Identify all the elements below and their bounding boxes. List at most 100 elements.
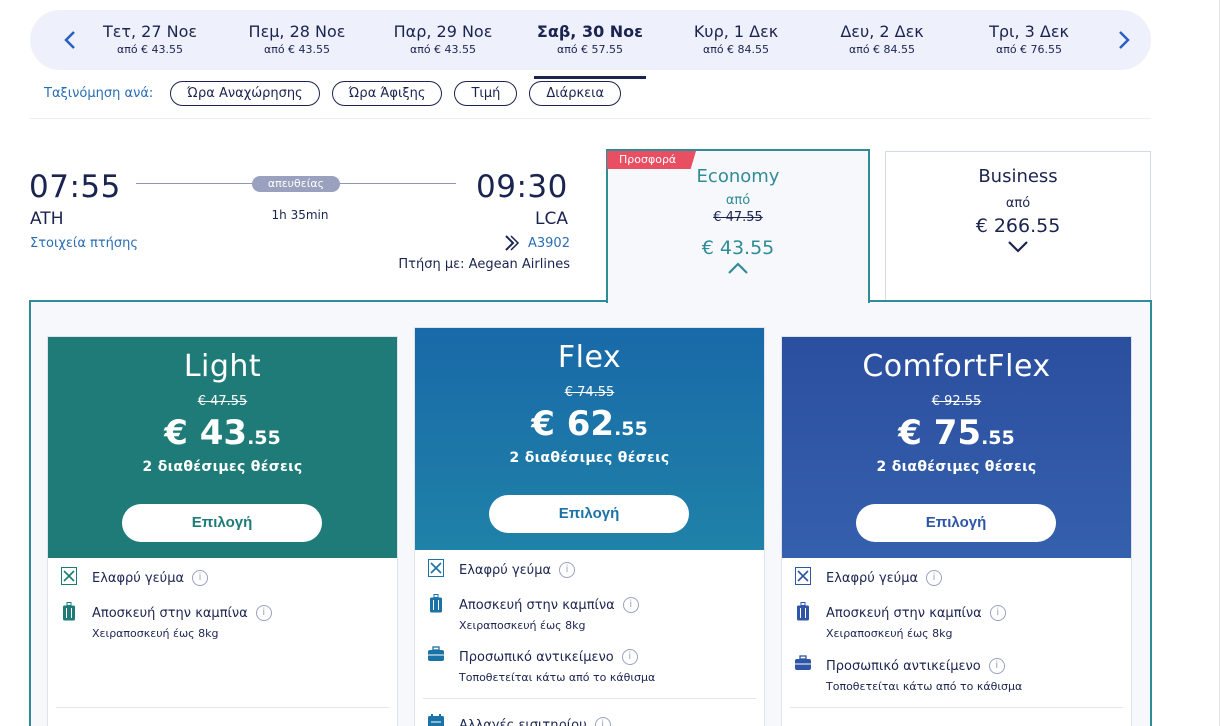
feature-subtext: Χειραποσκευή έως 8kg [459,619,586,632]
divider [790,707,1123,708]
meal-icon [60,567,78,589]
date-price: από € 76.55 [995,43,1063,56]
feature-ticket-changes: Αλλαγές εισιτηρίου i [427,714,611,726]
date-tab-selected[interactable]: Σαβ, 30 Νοε από € 57.55 [530,22,650,79]
info-icon[interactable]: i [988,657,1005,674]
feature-text: Αποσκευή στην καμπίνα [459,598,615,613]
chevron-up-icon [728,262,748,274]
cabin-from-label: από [725,193,751,208]
date-tab[interactable]: Τρι, 3 Δεκ από € 76.55 [969,22,1089,56]
date-tab[interactable]: Πεμ, 28 Νοε από € 43.55 [237,22,357,56]
feature-meal: Ελαφρύ γεύμα i [427,559,576,581]
select-flex-button[interactable]: Επιλογή [489,495,689,533]
fare-price: € 62.55 [415,404,764,444]
promo-badge: Προσφορά [607,151,696,169]
info-icon[interactable]: i [255,604,272,621]
trolley-bag-icon [794,602,812,624]
date-label: Παρ, 29 Νοε [393,22,493,41]
feature-personal-item: Προσωπικό αντικείμενο i Τοποθετείται κάτω… [427,646,655,684]
feature-text: Αποσκευή στην καμπίνα [826,606,982,621]
meal-icon [794,567,812,589]
chevron-down-icon [1008,241,1028,253]
cabin-tab-business[interactable]: Business από € 266.55 [885,151,1151,300]
fare-price-cents: .55 [981,427,1015,449]
flight-number-link[interactable]: A3902 [504,235,570,251]
meal-icon [427,559,445,581]
feature-text: Αποσκευή στην καμπίνα [92,606,248,621]
date-label: Τετ, 27 Νοε [102,22,198,41]
feature-cabin-bag: Αποσκευή στην καμπίνα i Χειραποσκευή έως … [427,594,639,632]
feature-text: Προσωπικό αντικείμενο [826,659,981,674]
cabin-tab-economy[interactable]: Προσφορά Economy από € 47.55 € 43.55 [606,149,870,303]
fare-old-price: € 92.55 [931,394,982,409]
airline-logo-icon [505,235,520,251]
info-icon[interactable]: i [559,561,576,578]
fare-name: Flex [557,340,622,375]
feature-text: Ελαφρύ γεύμα [826,571,919,586]
info-icon[interactable]: i [622,596,639,613]
select-comfortflex-button[interactable]: Επιλογή [856,504,1056,542]
fare-price-main: € 43 [164,413,248,453]
feature-cabin-bag: Αποσκευή στην καμπίνα i Χειραποσκευή έως … [60,602,272,640]
fare-card-flex: Flex € 74.55 € 62.55 2 διαθέσιμες θέσεις… [414,327,765,726]
fare-price-main: € 75 [898,413,982,453]
date-label: Κυρ, 1 Δεκ [693,22,779,41]
cabin-price: € 266.55 [975,215,1061,237]
feature-text: Ελαφρύ γεύμα [92,571,185,586]
feature-text: Ελαφρύ γεύμα [459,563,552,578]
sort-arrival-button[interactable]: Ώρα Άφιξης [331,81,443,106]
feature-meal: Ελαφρύ γεύμα i [60,567,209,589]
trolley-bag-icon [60,602,78,624]
fare-card-header: Light € 47.55 € 43.55 2 διαθέσιμες θέσει… [48,337,397,558]
info-icon[interactable]: i [926,569,943,586]
date-tab[interactable]: Κυρ, 1 Δεκ από € 84.55 [676,22,796,56]
fare-seats: 2 διαθέσιμες θέσεις [876,459,1037,475]
feature-subtext: Χειραποσκευή έως 8kg [826,627,953,640]
chevron-right-icon [1119,31,1130,49]
feature-text: Προσωπικό αντικείμενο [459,650,614,665]
feature-cabin-bag: Αποσκευή στην καμπίνα i Χειραποσκευή έως … [794,602,1006,640]
divider [30,118,1151,119]
flight-details-link[interactable]: Στοιχεία πτήσης [30,236,138,251]
fare-card-header: ComfortFlex € 92.55 € 75.55 2 διαθέσιμες… [782,337,1131,558]
next-dates-button[interactable] [1110,26,1138,54]
fare-price-main: € 62 [531,404,615,444]
date-tab[interactable]: Δευ, 2 Δεκ από € 84.55 [822,22,942,56]
flight-duration: 1h 35min [271,208,329,222]
date-label: Πεμ, 28 Νοε [248,22,346,41]
date-price: από € 84.55 [702,43,770,56]
fare-old-price: € 74.55 [564,385,615,400]
operated-by: Πτήση με: Aegean Airlines [398,257,570,272]
previous-dates-button[interactable] [56,26,84,54]
date-label: Σαβ, 30 Νοε [536,22,644,41]
arrival-airport: LCA [535,209,568,229]
fare-card-header: Flex € 74.55 € 62.55 2 διαθέσιμες θέσεις… [415,328,764,550]
cabin-old-price: € 47.55 [713,210,763,225]
cabin-title: Economy [696,166,780,187]
feature-subtext: Χειραποσκευή έως 8kg [92,627,219,640]
calendar-change-icon [427,714,445,726]
date-label: Δευ, 2 Δεκ [840,22,924,41]
date-price: από € 43.55 [263,43,331,56]
tab-panel-joint [608,299,868,303]
select-light-button[interactable]: Επιλογή [122,504,322,542]
flight-number: A3902 [528,235,570,251]
feature-personal-item: Προσωπικό αντικείμενο i Τοποθετείται κάτω… [794,655,1022,693]
fare-old-price: € 47.55 [197,394,248,409]
info-icon[interactable]: i [989,604,1006,621]
fare-name: Light [183,349,262,384]
info-icon[interactable]: i [192,569,209,586]
sort-price-button[interactable]: Τιμή [454,81,518,106]
sort-duration-button[interactable]: Διάρκεια [529,81,622,106]
info-icon[interactable]: i [621,648,638,665]
date-tab[interactable]: Τετ, 27 Νοε από € 43.55 [90,22,210,56]
fare-price: € 75.55 [782,413,1131,453]
sort-departure-button[interactable]: Ώρα Αναχώρησης [170,81,320,106]
info-icon[interactable]: i [594,716,611,726]
date-tab[interactable]: Παρ, 29 Νοε από € 43.55 [383,22,503,56]
feature-subtext: Τοποθετείται κάτω από το κάθισμα [459,671,656,684]
fare-price: € 43.55 [48,413,397,453]
trolley-bag-icon [427,594,445,616]
departure-time: 07:55 [29,169,121,205]
arrival-time: 09:30 [476,169,568,205]
